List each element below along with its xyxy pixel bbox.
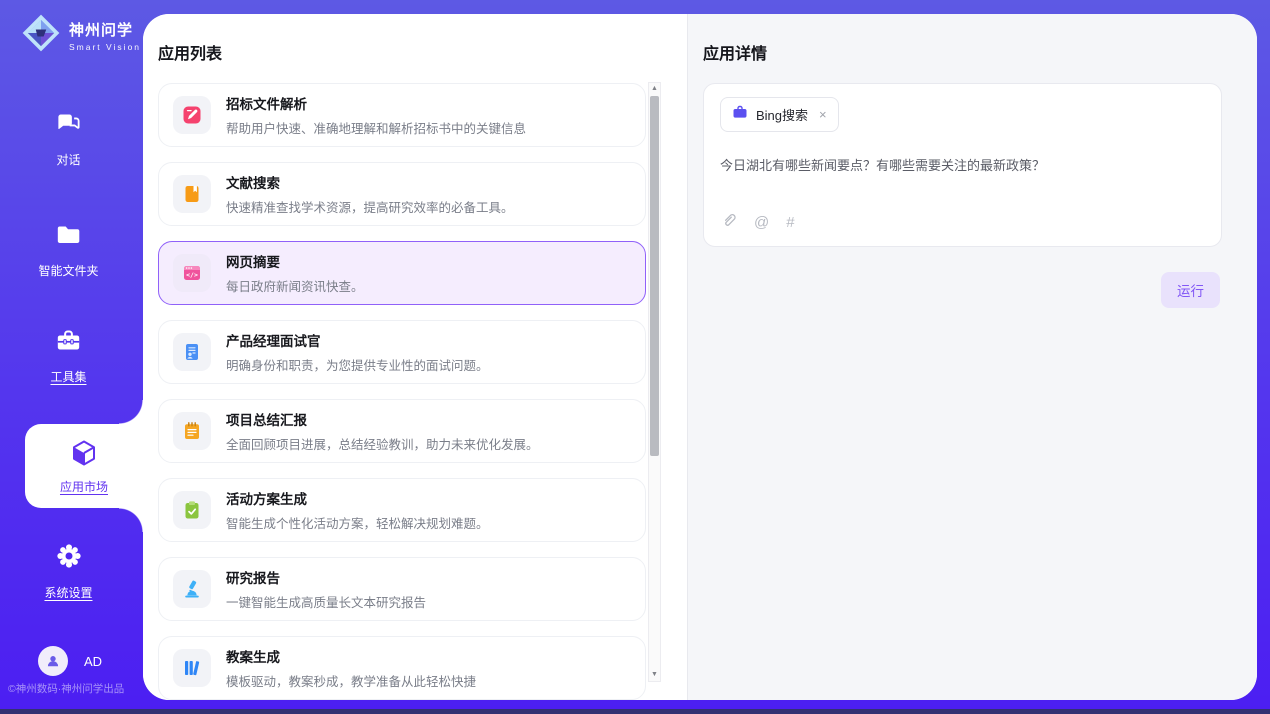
app-window: 神州问学 Smart Vision 对话 智能文件夹 <box>0 0 1270 714</box>
sidebar-item-chat[interactable]: 对话 <box>0 110 137 168</box>
brand-tagline: Smart Vision <box>69 42 141 52</box>
clipboard-check-icon <box>173 491 211 529</box>
sidebar-active-bubble: 应用市场 <box>25 424 143 508</box>
folder-icon <box>55 221 82 253</box>
scrollbar-up-arrow-icon[interactable]: ▲ <box>649 83 660 95</box>
tool-chip-label: Bing搜索 <box>756 105 808 124</box>
brand-name: 神州问学 <box>69 19 141 40</box>
bottom-edge-strip <box>0 709 1270 714</box>
app-card-name: 教案生成 <box>226 646 476 666</box>
app-card-event-plan[interactable]: 活动方案生成 智能生成个性化活动方案，轻松解决规划难题。 <box>158 478 646 542</box>
app-card-name: 网页摘要 <box>226 251 364 271</box>
prompt-card[interactable]: Bing搜索 × 今日湖北有哪些新闻要点？有哪些需要关注的最新政策？ @ # <box>703 83 1222 247</box>
app-detail-panel: 应用详情 Bing搜索 × 今日湖北有哪些新闻要点？有哪些需要关注的最新政策？ <box>687 14 1257 700</box>
app-list-title: 应用列表 <box>143 14 687 64</box>
tool-chip-bing-search[interactable]: Bing搜索 × <box>720 97 839 132</box>
brand-logo: 神州问学 Smart Vision <box>20 12 141 59</box>
chat-icon <box>55 110 82 142</box>
app-card-desc: 快速精准查找学术资源，提高研究效率的必备工具。 <box>226 197 514 216</box>
app-card-lesson-plan[interactable]: 教案生成 模板驱动，教案秒成，教学准备从此轻松快捷 <box>158 636 646 700</box>
briefcase-icon <box>732 104 748 125</box>
app-card-name: 产品经理面试官 <box>226 330 489 350</box>
prompt-text[interactable]: 今日湖北有哪些新闻要点？有哪些需要关注的最新政策？ <box>720 155 1205 174</box>
app-card-name: 项目总结汇报 <box>226 409 539 429</box>
app-list-scrollbar[interactable]: ▲ ▼ <box>648 82 661 682</box>
scrollbar-thumb[interactable] <box>650 96 659 456</box>
app-card-desc: 智能生成个性化活动方案，轻松解决规划难题。 <box>226 513 489 532</box>
sidebar-item-label: 应用市场 <box>60 478 108 495</box>
avatar <box>38 646 68 676</box>
notepad-icon <box>173 412 211 450</box>
sidebar-item-settings[interactable]: 系统设置 <box>0 542 137 601</box>
app-card-desc: 一键智能生成高质量长文本研究报告 <box>226 592 426 611</box>
app-card-literature-search[interactable]: 文献搜索 快速精准查找学术资源，提高研究效率的必备工具。 <box>158 162 646 226</box>
browser-icon: </> <box>173 254 211 292</box>
app-detail-title: 应用详情 <box>688 14 1257 64</box>
app-card-project-summary[interactable]: 项目总结汇报 全面回顾项目进展，总结经验教训，助力未来优化发展。 <box>158 399 646 463</box>
app-card-name: 研究报告 <box>226 567 426 587</box>
sidebar: 神州问学 Smart Vision 对话 智能文件夹 <box>0 0 143 714</box>
sidebar-item-label: 系统设置 <box>44 584 92 601</box>
run-button[interactable]: 运行 <box>1161 272 1220 308</box>
scrollbar-down-arrow-icon[interactable]: ▼ <box>649 669 660 681</box>
toolbox-icon <box>55 327 82 359</box>
sidebar-item-label: 智能文件夹 <box>38 262 98 279</box>
copyright-text: ©神州数码·神州问学出品 <box>8 681 124 696</box>
microscope-icon <box>173 570 211 608</box>
app-card-list: 招标文件解析 帮助用户快速、准确地理解和解析招标书中的关键信息 文献搜索 快速精… <box>158 83 646 700</box>
app-card-desc: 帮助用户快速、准确地理解和解析招标书中的关键信息 <box>226 118 526 137</box>
attachment-toolbar: @ # <box>721 211 795 233</box>
gear-icon <box>55 542 83 575</box>
sidebar-item-label: 工具集 <box>50 368 86 385</box>
chip-close-icon[interactable]: × <box>819 107 827 122</box>
app-card-name: 活动方案生成 <box>226 488 489 508</box>
paperclip-icon[interactable] <box>721 211 737 233</box>
app-card-desc: 全面回顾项目进展，总结经验教训，助力未来优化发展。 <box>226 434 539 453</box>
sidebar-item-label: 对话 <box>56 151 80 168</box>
sidebar-item-app-market[interactable]: 应用市场 <box>25 424 143 508</box>
diamond-logo-icon <box>20 12 62 59</box>
app-card-desc: 每日政府新闻资讯快查。 <box>226 276 364 295</box>
app-card-web-summary[interactable]: </> 网页摘要 每日政府新闻资讯快查。 <box>158 241 646 305</box>
main-content: 应用列表 招标文件解析 帮助用户快速、准确地理解和解析招标书中的关键信息 <box>143 14 1257 700</box>
app-card-bid-parse[interactable]: 招标文件解析 帮助用户快速、准确地理解和解析招标书中的关键信息 <box>158 83 646 147</box>
sidebar-item-toolset[interactable]: 工具集 <box>0 327 137 385</box>
mention-icon[interactable]: @ <box>754 214 769 231</box>
cube-icon <box>69 438 99 473</box>
hash-icon[interactable]: # <box>786 214 794 231</box>
books-icon <box>173 649 211 687</box>
app-card-name: 文献搜索 <box>226 172 514 192</box>
resume-icon <box>173 333 211 371</box>
user-initials: AD <box>84 654 102 669</box>
book-icon <box>173 175 211 213</box>
app-card-name: 招标文件解析 <box>226 93 526 113</box>
app-card-desc: 模板驱动，教案秒成，教学准备从此轻松快捷 <box>226 671 476 690</box>
app-card-pm-interviewer[interactable]: 产品经理面试官 明确身份和职责，为您提供专业性的面试问题。 <box>158 320 646 384</box>
app-list-panel: 应用列表 招标文件解析 帮助用户快速、准确地理解和解析招标书中的关键信息 <box>143 14 687 700</box>
user-account[interactable]: AD <box>38 646 102 676</box>
svg-text:</>: </> <box>186 271 198 279</box>
app-card-desc: 明确身份和职责，为您提供专业性的面试问题。 <box>226 355 489 374</box>
sidebar-item-smart-folder[interactable]: 智能文件夹 <box>0 221 137 279</box>
app-card-research-report[interactable]: 研究报告 一键智能生成高质量长文本研究报告 <box>158 557 646 621</box>
edit-doc-icon <box>173 96 211 134</box>
